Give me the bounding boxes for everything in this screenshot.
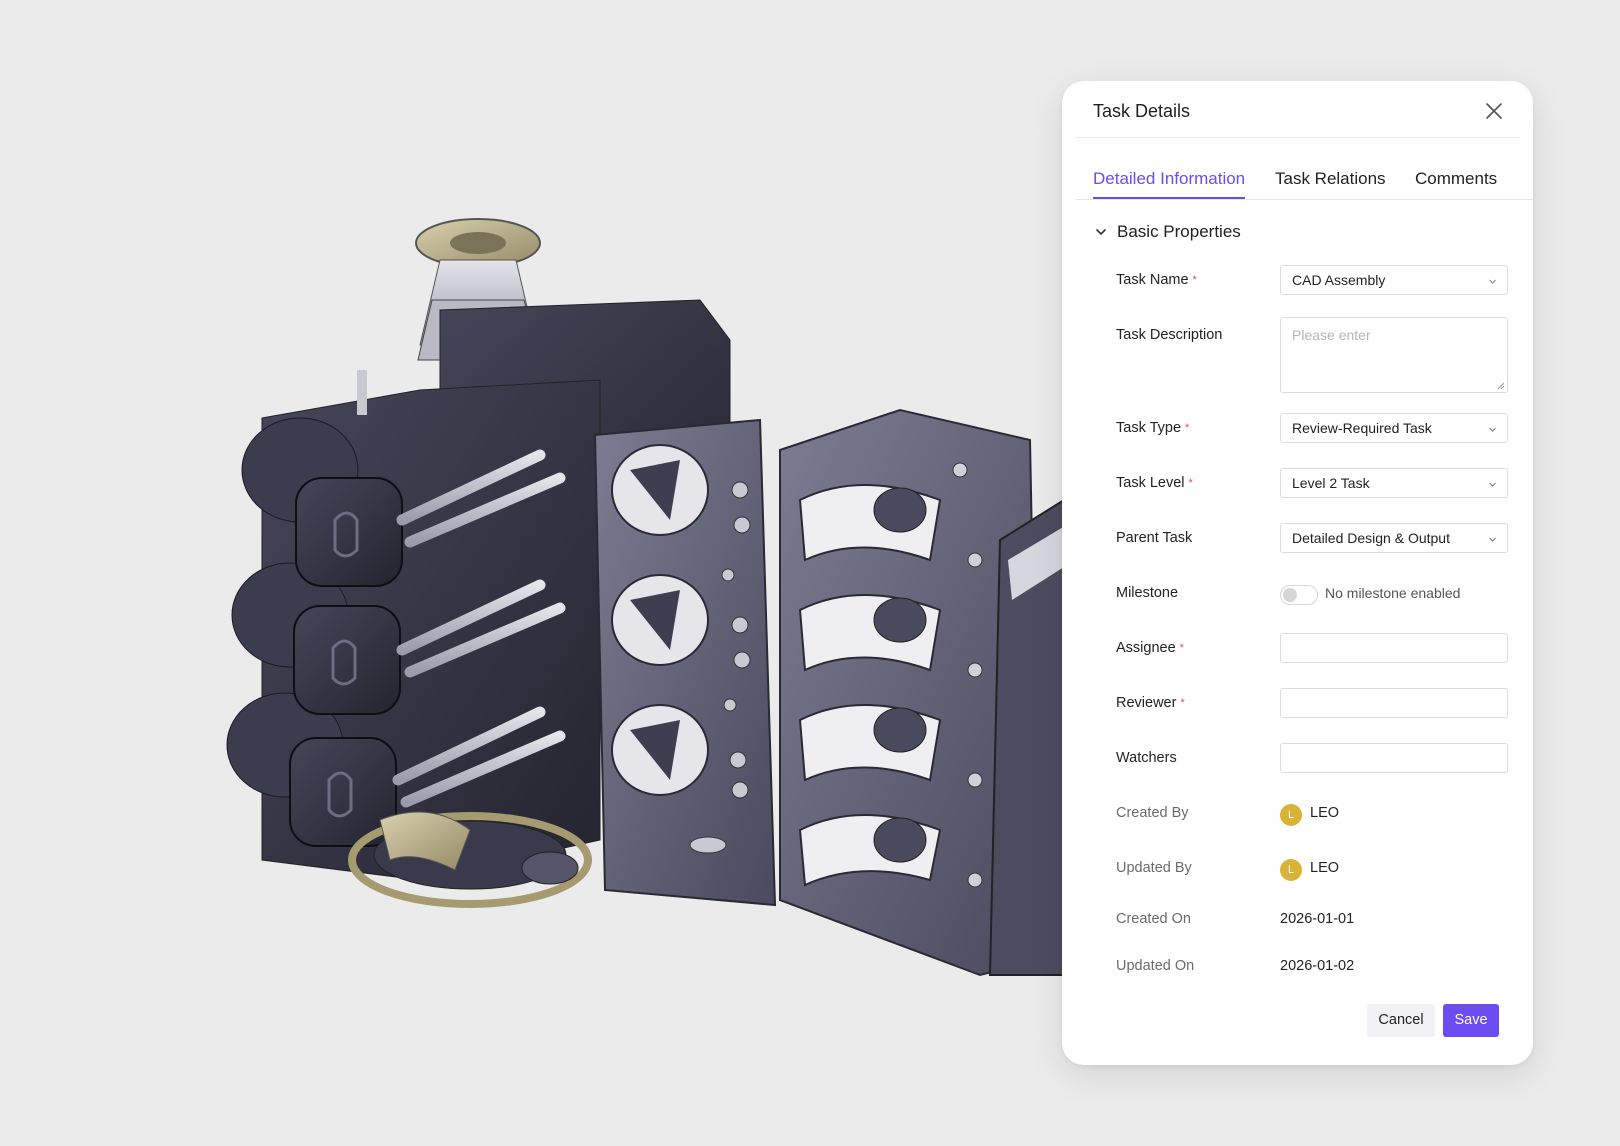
task-description-textarea[interactable]: Please enter: [1280, 317, 1508, 393]
milestone-toggle[interactable]: [1280, 585, 1318, 605]
avatar: L: [1280, 859, 1302, 881]
task-description-placeholder: Please enter: [1292, 327, 1371, 343]
updated-by-label: Updated By: [1116, 860, 1192, 876]
avatar: L: [1280, 804, 1302, 826]
assignee-input[interactable]: [1280, 633, 1508, 663]
close-icon: [1486, 103, 1502, 119]
milestone-label: Milestone: [1116, 585, 1179, 601]
task-type-select[interactable]: Review-Required Task: [1280, 413, 1508, 443]
save-button[interactable]: Save: [1443, 1004, 1499, 1037]
chevron-down-icon: [1489, 482, 1496, 487]
task-description-label: Task Description: [1116, 327, 1223, 343]
engine-assembly-model: [226, 218, 1080, 977]
required-mark: *: [1179, 642, 1184, 654]
task-name-label-text: Task Name: [1116, 272, 1189, 288]
required-mark: *: [1185, 422, 1190, 434]
panel-header: Task Details: [1062, 81, 1533, 137]
tab-detailed-information[interactable]: Detailed Information: [1093, 169, 1245, 189]
tabs-divider: [1075, 199, 1533, 200]
tab-comments[interactable]: Comments: [1415, 169, 1497, 189]
toggle-knob: [1283, 588, 1297, 602]
chevron-down-icon: [1489, 279, 1496, 284]
required-mark: *: [1180, 697, 1185, 709]
task-level-label-text: Task Level: [1116, 475, 1185, 491]
created-on-value: 2026-01-01: [1280, 911, 1355, 927]
tab-task-relations[interactable]: Task Relations: [1275, 169, 1386, 189]
created-on-label: Created On: [1116, 911, 1191, 927]
parent-task-select[interactable]: Detailed Design & Output: [1280, 523, 1508, 553]
updated-by-name: LEO: [1310, 860, 1340, 876]
created-by-name: LEO: [1310, 805, 1340, 821]
reviewer-input[interactable]: [1280, 688, 1508, 718]
task-name-value: CAD Assembly: [1292, 272, 1386, 288]
task-details-panel: Task Details Detailed Information Task R…: [1062, 81, 1533, 1065]
panel-title: Task Details: [1093, 101, 1191, 121]
task-type-value: Review-Required Task: [1292, 420, 1432, 436]
created-by-label: Created By: [1116, 805, 1189, 821]
updated-on-value: 2026-01-02: [1280, 958, 1355, 974]
parent-task-label: Parent Task: [1116, 530, 1193, 546]
milestone-status-text: No milestone enabled: [1325, 585, 1461, 601]
header-divider: [1075, 137, 1520, 138]
section-title: Basic Properties: [1117, 222, 1241, 241]
updated-on-label: Updated On: [1116, 958, 1195, 974]
watchers-label: Watchers: [1116, 750, 1177, 766]
close-button[interactable]: [1483, 100, 1505, 122]
task-level-label: Task Level *: [1116, 475, 1193, 491]
parent-task-value: Detailed Design & Output: [1292, 530, 1450, 546]
task-type-label: Task Type *: [1116, 420, 1189, 436]
tab-bar: Detailed Information Task Relations Comm…: [1062, 169, 1533, 199]
task-level-select[interactable]: Level 2 Task: [1280, 468, 1508, 498]
chevron-down-icon: [1096, 229, 1106, 236]
chevron-down-icon: [1489, 537, 1496, 542]
task-type-label-text: Task Type: [1116, 420, 1182, 436]
required-mark: *: [1188, 477, 1193, 489]
watchers-input[interactable]: [1280, 743, 1508, 773]
resize-grip-icon[interactable]: [1497, 382, 1505, 390]
task-name-select[interactable]: CAD Assembly: [1280, 265, 1508, 295]
reviewer-label: Reviewer *: [1116, 695, 1185, 711]
task-name-label: Task Name *: [1116, 272, 1197, 288]
reviewer-label-text: Reviewer: [1116, 695, 1177, 711]
assignee-label: Assignee *: [1116, 640, 1184, 656]
required-mark: *: [1192, 274, 1197, 286]
task-level-value: Level 2 Task: [1292, 475, 1370, 491]
cad-viewport[interactable]: [0, 0, 1080, 1146]
assignee-label-text: Assignee: [1116, 640, 1176, 656]
chevron-down-icon: [1489, 427, 1496, 432]
cancel-button[interactable]: Cancel: [1367, 1004, 1435, 1037]
